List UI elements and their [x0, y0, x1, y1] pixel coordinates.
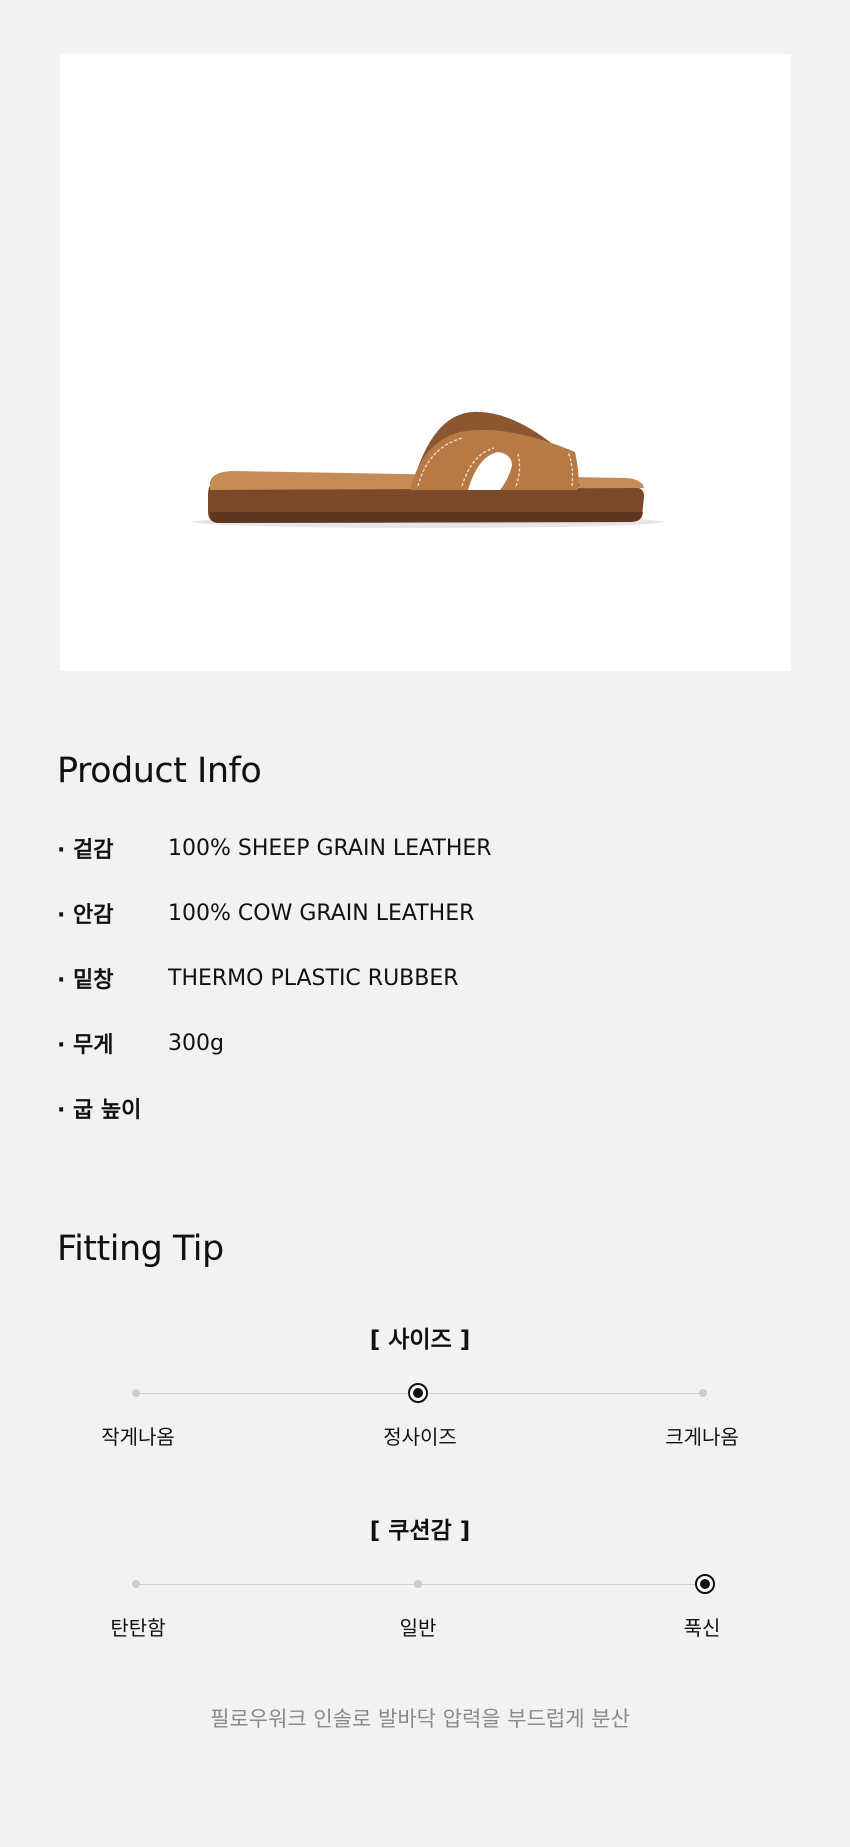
info-value: 100% SHEEP GRAIN LEATHER: [168, 835, 492, 861]
info-row-lining: · 안감 100% COW GRAIN LEATHER: [57, 898, 475, 929]
info-label: · 겉감: [57, 838, 114, 863]
size-scale-point-small: [132, 1389, 140, 1397]
info-value: 100% COW GRAIN LEATHER: [168, 900, 475, 926]
cushion-option-soft: 푹신: [683, 1616, 721, 1640]
info-row-heel-height: · 굽 높이: [57, 1093, 168, 1123]
info-row-weight: · 무게 300g: [57, 1028, 224, 1059]
cushion-option-normal: 일반: [399, 1616, 437, 1640]
cushion-scale-point-firm: [132, 1580, 140, 1588]
size-scale-point-large: [699, 1389, 707, 1397]
size-option-small: 작게나옴: [101, 1425, 175, 1449]
fitting-note: 필로우워크 인솔로 발바닥 압력을 부드럽게 분산: [210, 1707, 630, 1731]
size-option-true-size: 정사이즈: [383, 1425, 457, 1449]
cushion-scale-point-normal: [414, 1580, 422, 1588]
info-label: · 무게: [57, 1033, 114, 1058]
size-option-large: 크게나옴: [665, 1425, 739, 1449]
sandal-illustration: [193, 411, 663, 528]
cushion-scale-point-soft-selected: [695, 1574, 715, 1594]
info-row-outsole: · 밑창 THERMO PLASTIC RUBBER: [57, 963, 459, 994]
size-heading: [ 사이즈 ]: [369, 1327, 471, 1353]
cushion-option-firm: 탄탄함: [110, 1616, 166, 1640]
info-row-outer-material: · 겉감 100% SHEEP GRAIN LEATHER: [57, 833, 492, 864]
info-label: · 안감: [57, 903, 114, 928]
product-info-title: Product Info: [57, 751, 262, 791]
cushion-heading: [ 쿠션감 ]: [369, 1518, 471, 1544]
fitting-tip-title: Fitting Tip: [57, 1229, 224, 1269]
info-value: THERMO PLASTIC RUBBER: [168, 965, 459, 991]
info-label: · 굽 높이: [57, 1098, 142, 1123]
product-image: [60, 54, 791, 671]
info-label: · 밑창: [57, 968, 114, 993]
size-scale-point-true-size-selected: [408, 1383, 428, 1403]
info-value: 300g: [168, 1030, 224, 1056]
